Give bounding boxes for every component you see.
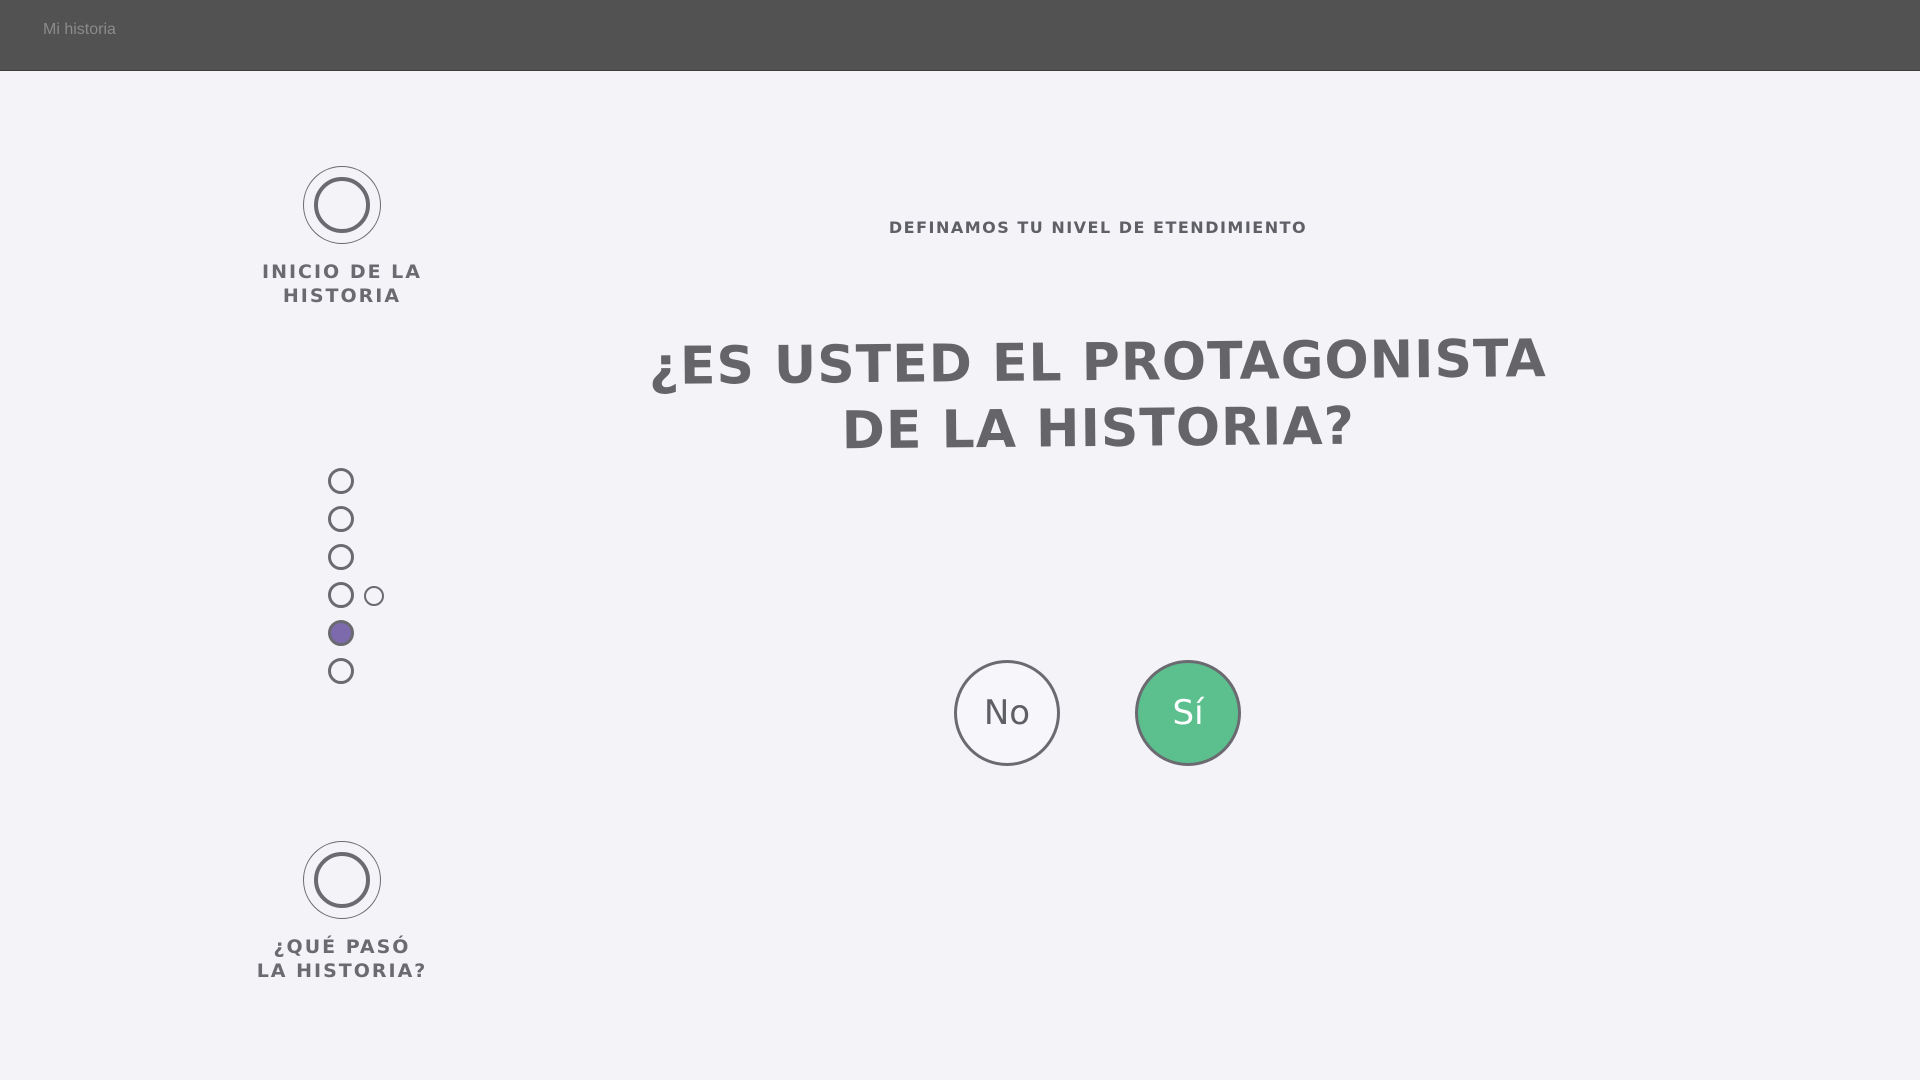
step-row — [328, 620, 408, 658]
step-dot-3[interactable] — [328, 544, 354, 570]
milestone-start-inner-ring — [314, 177, 370, 233]
step-row — [328, 658, 408, 696]
milestone-start-label: INICIO DE LA HISTORIA — [262, 261, 422, 307]
step-substep-dot[interactable] — [364, 586, 384, 606]
answer-no-button[interactable]: No — [954, 660, 1060, 766]
milestone-end-label: ¿QUÉ PASÓ LA HISTORIA? — [256, 936, 428, 982]
step-row — [328, 582, 408, 620]
step-row — [328, 468, 408, 506]
step-dot-1[interactable] — [328, 468, 354, 494]
milestone-end-inner-ring — [314, 852, 370, 908]
milestone-start[interactable]: INICIO DE LA HISTORIA — [242, 166, 442, 308]
milestone-end-ring-icon — [303, 841, 381, 919]
answer-yes-button[interactable]: Sí — [1135, 660, 1241, 766]
app-title: Mi historia — [43, 21, 116, 38]
question-heading: ¿Es usted el protagonista de la historia… — [648, 329, 1547, 462]
step-row — [328, 506, 408, 544]
step-dot-5-current[interactable] — [328, 620, 354, 646]
top-bar: Mi historia — [0, 0, 1920, 71]
step-dot-2[interactable] — [328, 506, 354, 532]
progress-steps — [328, 468, 408, 696]
step-dot-6[interactable] — [328, 658, 354, 684]
milestone-end[interactable]: ¿QUÉ PASÓ LA HISTORIA? — [242, 841, 442, 983]
step-dot-4[interactable] — [328, 582, 354, 608]
step-row — [328, 544, 408, 582]
section-eyebrow: DEFINAMOS TU NIVEL DE ETENDIMIENTO — [888, 218, 1308, 237]
milestone-start-ring-icon — [303, 166, 381, 244]
